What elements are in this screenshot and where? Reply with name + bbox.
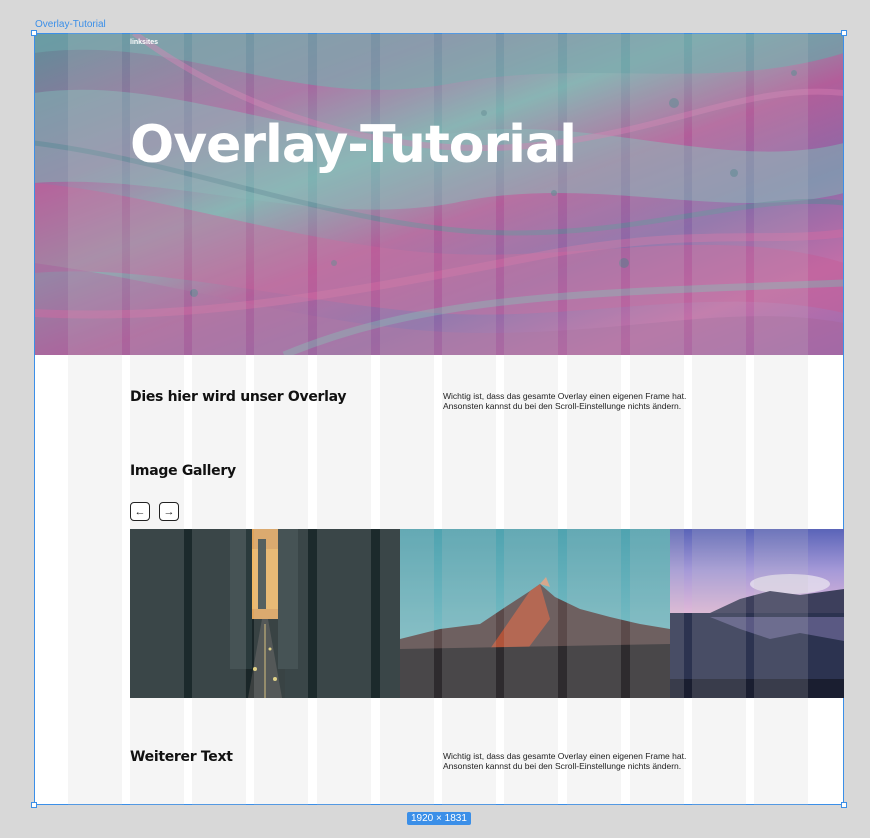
frame-label[interactable]: Overlay-Tutorial xyxy=(35,19,106,30)
resize-handle-bottom-right[interactable] xyxy=(841,802,847,808)
gallery-heading: Image Gallery xyxy=(130,463,236,479)
gallery-image-mountain[interactable] xyxy=(400,529,670,698)
section-text-overlay: Wichtig ist, dass das gesamte Overlay ei… xyxy=(443,391,763,411)
brand-logo-text[interactable]: linksites xyxy=(130,39,158,46)
section-text-line: Ansonsten kannst du bei den Scroll-Einst… xyxy=(443,761,682,771)
gallery-prev-button[interactable]: ← xyxy=(130,502,150,521)
arrow-right-icon: → xyxy=(163,505,175,518)
section-heading-weiterer-text: Weiterer Text xyxy=(130,749,233,765)
hero-title: Overlay-Tutorial xyxy=(130,115,577,175)
gallery-next-button[interactable]: → xyxy=(159,502,179,521)
section-text-weiterer: Wichtig ist, dass das gesamte Overlay ei… xyxy=(443,751,763,771)
resize-handle-top-left[interactable] xyxy=(31,30,37,36)
resize-handle-top-right[interactable] xyxy=(841,30,847,36)
arrow-left-icon: ← xyxy=(134,505,146,518)
mountain-image xyxy=(400,529,670,698)
resize-handle-bottom-left[interactable] xyxy=(31,802,37,808)
overlay-tutorial-frame[interactable]: linksites Overlay-Tutorial Dies hier wir… xyxy=(34,33,844,805)
frame-size-badge: 1920 × 1831 xyxy=(407,812,471,825)
hero-marble-background xyxy=(34,33,844,355)
section-text-line: Wichtig ist, dass das gesamte Overlay ei… xyxy=(443,751,687,761)
section-text-line: Ansonsten kannst du bei den Scroll-Einst… xyxy=(443,401,682,411)
hero-section: linksites Overlay-Tutorial xyxy=(34,33,844,355)
city-street-image xyxy=(130,529,400,698)
gallery-image-lake[interactable] xyxy=(670,529,844,698)
gallery-image-city[interactable] xyxy=(130,529,400,698)
section-text-line: Wichtig ist, dass das gesamte Overlay ei… xyxy=(443,391,687,401)
section-heading-overlay: Dies hier wird unser Overlay xyxy=(130,389,347,405)
lake-image xyxy=(670,529,844,698)
